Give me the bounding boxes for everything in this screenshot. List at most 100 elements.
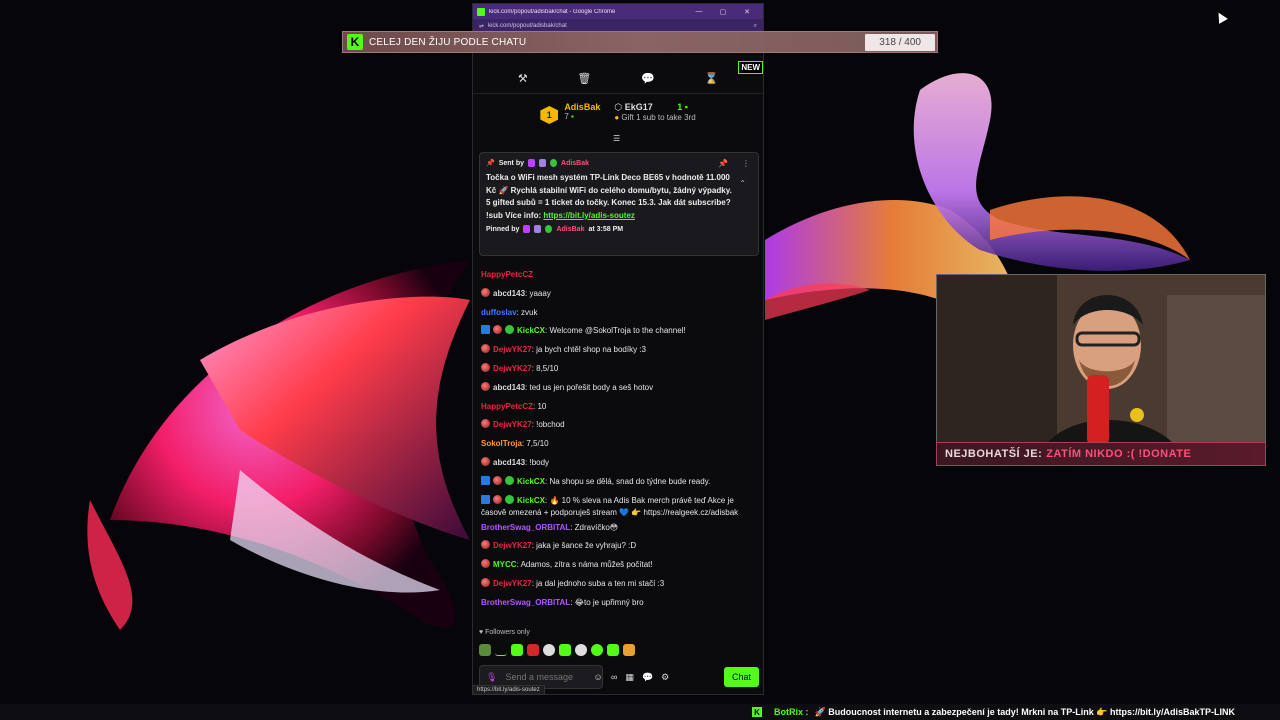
- chat-message[interactable]: abcd143: !body: [481, 454, 759, 473]
- hourglass-icon[interactable]: ⌛: [704, 72, 718, 85]
- chat-message[interactable]: HappyPetcCZ: [481, 266, 759, 285]
- chat-settings-bubble-icon[interactable]: 💬: [642, 672, 653, 683]
- sub-badge-icon: [481, 344, 490, 354]
- chat-username[interactable]: abcd143: [493, 458, 525, 467]
- pinned-link[interactable]: https://bit.ly/adis-soutez: [543, 211, 635, 220]
- chat-username[interactable]: BrotherSwag_ORBITAL: [481, 523, 570, 532]
- chat-username[interactable]: BrotherSwag_ORBITAL: [481, 598, 570, 607]
- pinner-name[interactable]: AdisBak: [556, 226, 584, 233]
- chat-username[interactable]: HappyPetcCZ: [481, 402, 533, 411]
- chat-message[interactable]: DejwYK27: !obchod: [481, 416, 759, 435]
- chat-bubble-icon[interactable]: 💬: [641, 72, 655, 85]
- emote-6-icon[interactable]: [559, 644, 571, 656]
- pinned-sender-name[interactable]: AdisBak: [561, 160, 589, 167]
- emote-9-icon[interactable]: [607, 644, 619, 656]
- store-icon[interactable]: ▦: [625, 672, 634, 683]
- followers-only-label: Followers only: [485, 629, 530, 636]
- browser-window: kick.com/popout/adisbak/chat - Google Ch…: [472, 3, 764, 695]
- close-button[interactable]: ✕: [735, 8, 759, 16]
- pinned-message: 📌 Sent by AdisBak 📌 ⋮ ⌃ Točka o WiFi mes…: [479, 152, 759, 256]
- chat-username[interactable]: DejwYK27: [493, 345, 532, 354]
- chat-username[interactable]: DejwYK27: [493, 364, 532, 373]
- emote-4-icon[interactable]: [527, 644, 539, 656]
- chat-text: : 7,5/10: [521, 439, 549, 449]
- chat-username[interactable]: DejwYK27: [493, 579, 532, 588]
- emote-5-icon[interactable]: [543, 644, 555, 656]
- points-icon[interactable]: ∞: [611, 672, 617, 682]
- chat-username[interactable]: SokolTroja: [481, 439, 522, 448]
- chat-text: : Adamos, zítra s náma můžeš počítat!: [516, 560, 653, 570]
- chat-username[interactable]: KickCX: [517, 477, 545, 486]
- chat-message[interactable]: KickCX: Welcome @SokolTroja to the chann…: [481, 322, 759, 341]
- chat-username[interactable]: DejwYK27: [493, 541, 532, 550]
- chat-text: : 😂to je upřimný bro: [570, 597, 644, 607]
- chat-username[interactable]: HappyPetcCZ: [481, 270, 533, 279]
- more-options-icon[interactable]: ⋮: [742, 159, 750, 168]
- chat-message[interactable]: MYCC: Adamos, zítra s náma můžeš počítat…: [481, 556, 759, 575]
- chevron-up-icon[interactable]: ⌃: [739, 179, 746, 188]
- pinned-footer: Pinned by AdisBak at 3:58 PM: [486, 225, 752, 233]
- leaderboard-first[interactable]: AdisBak 7 ▪: [564, 102, 600, 121]
- chat-message[interactable]: BrotherSwag_ORBITAL: 😂to je upřimný bro: [481, 594, 759, 613]
- sub-badge-icon: [481, 381, 490, 391]
- verified-badge-icon-2: [545, 225, 553, 233]
- unpin-icon[interactable]: 📌: [718, 159, 728, 168]
- chat-message[interactable]: abcd143: yaaay: [481, 285, 759, 304]
- chat-username[interactable]: KickCX: [517, 496, 545, 505]
- mic-icon[interactable]: 🎙: [486, 672, 497, 683]
- emote-8-icon[interactable]: [591, 644, 603, 656]
- trash-icon[interactable]: 🗑: [577, 72, 591, 85]
- filter-icon[interactable]: ☰: [613, 134, 620, 143]
- chat-message[interactable]: DejwYK27: ja bych chtěl shop na bodíky :…: [481, 341, 759, 360]
- chat-text: : !obchod: [531, 420, 565, 430]
- chat-message[interactable]: DejwYK27: 8,5/10: [481, 360, 759, 379]
- settings-gear-icon[interactable]: ⚙: [661, 672, 669, 683]
- chat-username[interactable]: DejwYK27: [493, 420, 532, 429]
- chat-message[interactable]: KickCX: Na shopu se dělá, snad do týdne …: [481, 473, 759, 492]
- address-url[interactable]: kick.com/popout/adisbak/chat: [488, 23, 754, 29]
- emoji-icon[interactable]: ☺: [593, 672, 602, 682]
- chat-username[interactable]: KickCX: [517, 326, 545, 335]
- pinned-actions: 📌 ⋮: [718, 159, 750, 168]
- pinned-time: at 3:58 PM: [588, 225, 624, 233]
- emote-7-icon[interactable]: [575, 644, 587, 656]
- chat-username[interactable]: duffoslav: [481, 308, 517, 317]
- new-badge: NEW: [738, 61, 763, 74]
- emote-1-icon[interactable]: [479, 644, 491, 656]
- chat-message[interactable]: DejwYK27: ja dal jednoho suba a ten mi s…: [481, 575, 759, 594]
- send-chat-button[interactable]: Chat: [723, 667, 759, 687]
- chat-message[interactable]: SokolTroja: 7,5/10: [481, 435, 759, 454]
- minimize-button[interactable]: —: [687, 8, 711, 15]
- emote-3-icon[interactable]: [511, 644, 523, 656]
- site-info-icon[interactable]: ⇌: [479, 23, 484, 30]
- chat-message[interactable]: HappyPetcCZ: 10: [481, 398, 759, 417]
- chat-message[interactable]: abcd143: ted us jen pořešit body a seš h…: [481, 379, 759, 398]
- chat-username[interactable]: MYCC: [493, 560, 517, 569]
- chat-username[interactable]: abcd143: [493, 289, 525, 298]
- chat-text: : ja dal jednoho suba a ten mi stačí :3: [531, 578, 665, 588]
- goal-text: CELEJ DEN ŽIJU PODLE CHATU: [369, 36, 527, 48]
- silver-badge-icon: ⬡: [614, 102, 623, 112]
- zoom-icon[interactable]: ⌕: [754, 23, 757, 30]
- sub-badge-icon: [493, 494, 502, 504]
- chat-message[interactable]: BrotherSwag_ORBITAL: Zdravíčko😳: [481, 519, 759, 538]
- message-input[interactable]: [505, 672, 586, 682]
- chat-message[interactable]: KickCX: 🔥 10 % sleva na Adis Bak merch p…: [481, 492, 759, 519]
- emote-2-icon[interactable]: [495, 644, 507, 656]
- leaderboard-second[interactable]: ⬡ EkG17 1 ▪ ● Gift 1 sub to take 3rd: [614, 102, 695, 122]
- gift-badge-icon: [539, 159, 547, 167]
- leader-second-count: 1: [677, 102, 683, 112]
- chat-message[interactable]: duffoslav: zvuk: [481, 304, 759, 323]
- mod-hammer-icon[interactable]: ⚒: [518, 72, 528, 85]
- followers-only-notice: ♥ Followers only: [479, 629, 530, 636]
- emote-10-icon[interactable]: [623, 644, 635, 656]
- sub-badge-icon: [481, 540, 490, 550]
- gift-icon: ▪: [571, 112, 574, 121]
- bot-badge-icon: [481, 475, 490, 485]
- chat-message[interactable]: DejwYK27: jaka je šance že vyhraju? :D: [481, 537, 759, 556]
- chat-text: : Zdravíčko😳: [570, 522, 619, 532]
- maximize-button[interactable]: ▢: [711, 8, 735, 16]
- chat-username[interactable]: abcd143: [493, 383, 525, 392]
- sent-by-label: Sent by: [498, 159, 525, 167]
- mic-badge-icon-2: [523, 225, 531, 233]
